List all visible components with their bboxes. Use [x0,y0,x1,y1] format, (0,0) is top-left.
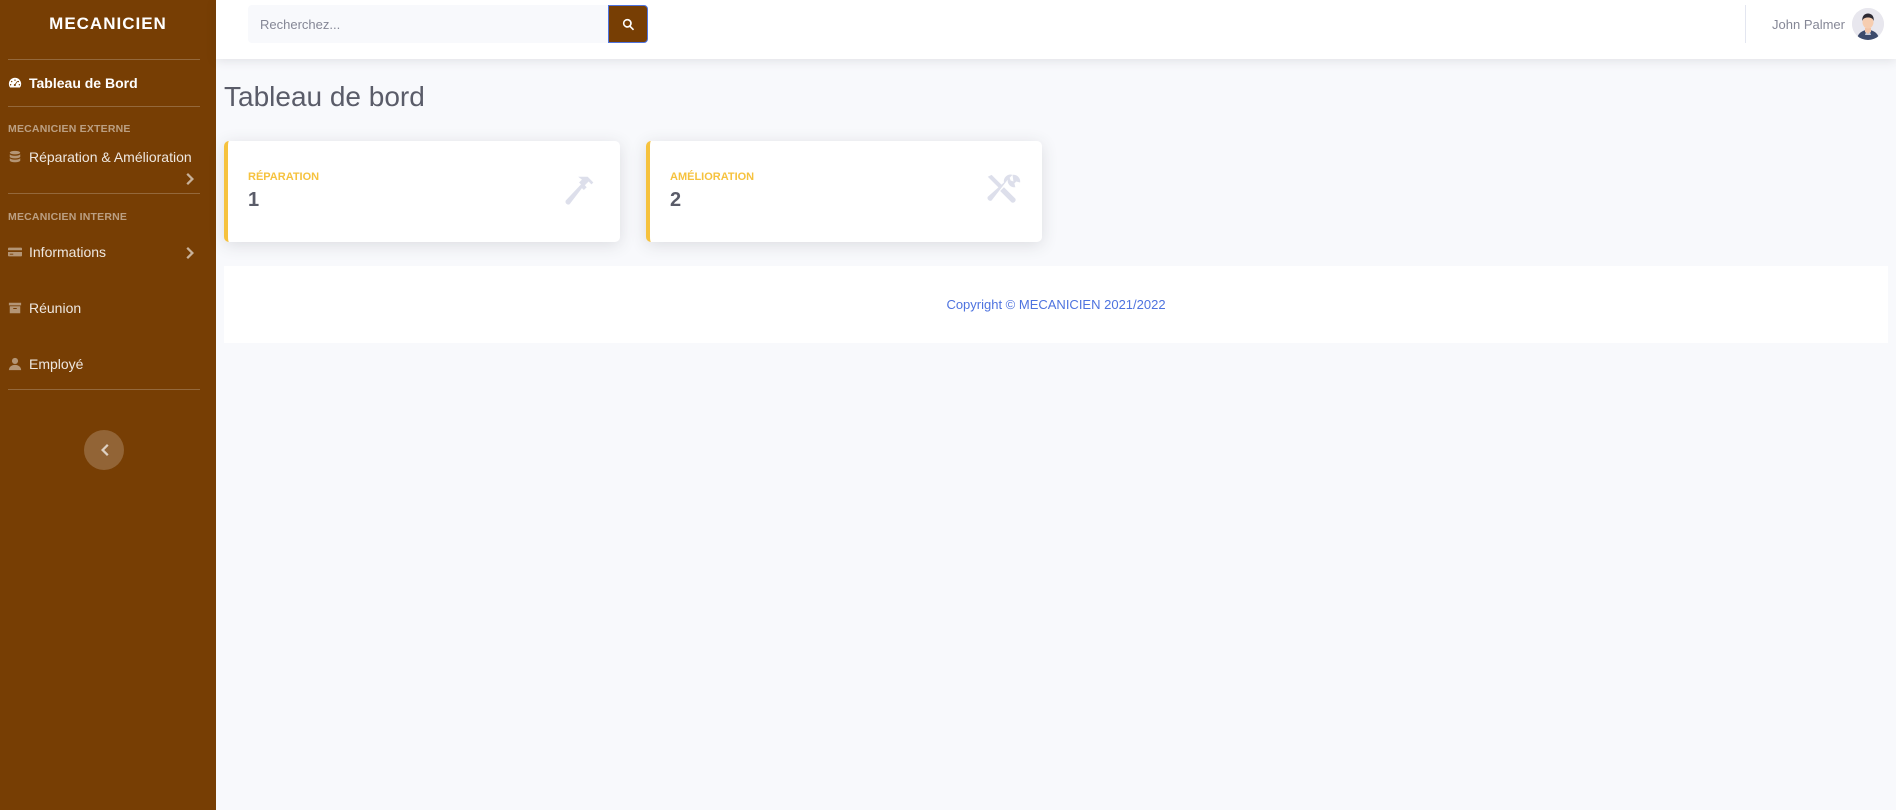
archive-icon [8,301,22,315]
card-label: Réparation [248,171,320,183]
sidebar-item-label: Tableau de Bord [29,75,138,91]
card-label: Amélioration [670,171,755,183]
database-icon [8,150,22,164]
chevron-left-icon [101,444,109,456]
page-title: Tableau de bord [224,81,425,112]
sidebar-item-label: Informations [29,244,107,260]
sidebar-toggle-button[interactable] [84,430,124,470]
tools-icon [984,173,1022,209]
stat-card-reparation: Réparation 1 [224,141,620,242]
card-value: 1 [248,189,260,211]
sidebar-item-label: Réunion [29,300,82,316]
chevron-right-icon [186,246,196,259]
user-icon [8,357,22,371]
sidebar-heading: MECANICIEN EXTERNE [8,123,131,135]
sidebar-heading: MECANICIEN INTERNE [8,211,128,223]
topbar: John Palmer [216,0,1896,59]
stat-card-amelioration: Amélioration 2 [646,141,1042,242]
sidebar-divider [8,389,200,390]
search-form [248,5,648,43]
sidebar-item-label: Réparation & Amélioration [29,149,192,165]
footer: Copyright © MECANICIEN 2021/2022 [224,266,1888,343]
search-icon [622,18,634,30]
user-menu[interactable]: John Palmer [1772,6,1884,42]
sidebar-item-reparation[interactable]: Réparation & Amélioration [0,141,216,185]
search-input[interactable] [248,5,608,43]
credit-card-icon [8,245,22,259]
user-name: John Palmer [1772,16,1845,32]
sidebar-item-employe[interactable]: Employé [0,341,216,387]
card-value: 2 [670,189,682,211]
copyright-text: Copyright © MECANICIEN 2021/2022 [946,297,1166,312]
tachometer-icon [8,76,22,90]
avatar [1852,8,1884,40]
chevron-right-icon [186,172,196,185]
topbar-divider [1745,5,1746,43]
sidebar-item-dashboard[interactable]: Tableau de Bord [0,60,216,106]
sidebar-divider [8,193,200,194]
sidebar-brand[interactable]: MECANICIEN [0,0,216,48]
search-button[interactable] [608,5,648,43]
sidebar: MECANICIEN Tableau de Bord MECANICIEN EX… [0,0,216,810]
sidebar-item-informations[interactable]: Informations [0,229,216,275]
sidebar-divider [8,106,200,107]
sidebar-item-reunion[interactable]: Réunion [0,285,216,331]
sidebar-item-label: Employé [29,356,84,372]
hammer-icon [562,173,600,209]
